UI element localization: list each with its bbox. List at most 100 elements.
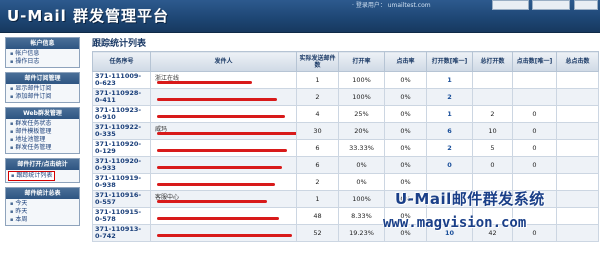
header-button-1[interactable] — [492, 0, 529, 10]
clicks-total — [556, 122, 599, 140]
opens-unique-link[interactable]: 2 — [426, 88, 473, 106]
open-rate: 33.33% — [338, 139, 385, 157]
sidebar-item-show-subscription[interactable]: 显示邮件订阅 — [10, 85, 79, 93]
app-header: U-Mail 群发管理平台 · 登录用户： umailtest.com — [0, 0, 600, 33]
clicks-unique — [512, 88, 557, 106]
sent-count: 2 — [296, 173, 339, 191]
task-id-link[interactable]: 371-110920-0-129 — [92, 139, 151, 157]
sender-cell: 客服中心 — [150, 190, 297, 208]
clicks-total — [556, 207, 599, 225]
sidebar-group-title: 帐户信息 — [6, 38, 79, 49]
sent-count: 1 — [296, 190, 339, 208]
sender-cell — [150, 88, 297, 106]
sent-count: 30 — [296, 122, 339, 140]
redaction-mark — [157, 115, 285, 118]
open-rate: 0% — [338, 156, 385, 174]
column-header: 点击数[唯一] — [512, 51, 557, 72]
app-title: U-Mail 群发管理平台 — [7, 7, 169, 25]
click-rate: 0% — [384, 71, 427, 89]
opens-unique-link[interactable]: 1 — [426, 105, 473, 123]
clicks-total — [556, 139, 599, 157]
main-content: 跟踪统计列表 任务序号 发件人 实际发送邮件数 打开率 点击率 打开数[唯一] … — [92, 37, 599, 242]
sender-cell: 威玛 — [150, 122, 297, 140]
clicks-total — [556, 88, 599, 106]
login-info: · 登录用户： umailtest.com — [352, 2, 431, 9]
table-row: 371-110922-0-335 威玛 30 20% 0% 6 10 0 — [92, 122, 599, 140]
task-id-link[interactable]: 371-110928-0-411 — [92, 88, 151, 106]
opens-total: 5 — [472, 139, 513, 157]
clicks-total — [556, 105, 599, 123]
tracking-table: 任务序号 发件人 实际发送邮件数 打开率 点击率 打开数[唯一] 总打开数 点击… — [92, 51, 599, 242]
opens-unique-link[interactable]: 2 — [426, 139, 473, 157]
header-button-3[interactable] — [574, 0, 598, 10]
column-header: 总打开数 — [472, 51, 513, 72]
task-id-link[interactable]: 371-110922-0-335 — [92, 122, 151, 140]
page-title: 跟踪统计列表 — [92, 39, 147, 49]
click-rate: 0% — [384, 88, 427, 106]
sent-count: 6 — [296, 156, 339, 174]
sidebar-item-tracking-list[interactable]: 跟踪统计列表 — [8, 171, 56, 181]
sidebar-group-tracking: 邮件打开/点击统计 跟踪统计列表 — [5, 158, 80, 183]
sidebar-group-subscription: 邮件订阅管理 显示邮件订阅 添加邮件订阅 — [5, 72, 80, 103]
opens-total: 2 — [472, 105, 513, 123]
click-rate: 0% — [384, 122, 427, 140]
open-rate: 0% — [338, 173, 385, 191]
sent-count: 1 — [296, 71, 339, 89]
table-row: 371-110920-0-129 6 33.33% 0% 2 5 0 — [92, 139, 599, 157]
clicks-unique: 0 — [512, 122, 557, 140]
opens-unique-link[interactable]: 6 — [426, 122, 473, 140]
sidebar-item-account-info[interactable]: 帐户信息 — [10, 50, 79, 58]
opens-unique-link[interactable]: 1 — [426, 71, 473, 89]
sidebar-item-template-manage[interactable]: 邮件模板管理 — [10, 128, 79, 136]
sidebar-group-title: Web群发管理 — [6, 108, 79, 119]
task-id-link[interactable]: 371-110915-0-578 — [92, 207, 151, 225]
watermark-url: www.magvision.com — [383, 215, 527, 231]
open-rate: 100% — [338, 88, 385, 106]
open-rate: 19.23% — [338, 224, 385, 242]
table-row: 371-110920-0-933 6 0% 0% 0 0 0 — [92, 156, 599, 174]
task-id-link[interactable]: 371-111009-0-623 — [92, 71, 151, 89]
clicks-unique: 0 — [512, 139, 557, 157]
sidebar-group-title: 邮件打开/点击统计 — [6, 159, 79, 170]
sidebar-item-task-manage[interactable]: 群发任务管理 — [10, 144, 79, 152]
sender-cell — [150, 224, 297, 242]
sidebar-item-this-week[interactable]: 本周 — [10, 216, 79, 224]
opens-total: 10 — [472, 122, 513, 140]
open-rate: 100% — [338, 71, 385, 89]
sidebar-group-stats: 邮件统计总表 今天 昨天 本周 — [5, 187, 80, 226]
table-row: 371-111009-0-623 浙江在线 1 100% 0% 1 — [92, 71, 599, 89]
task-id-link[interactable]: 371-110923-0-910 — [92, 105, 151, 123]
clicks-total — [556, 224, 599, 242]
sidebar-item-operation-log[interactable]: 操作日志 — [10, 58, 79, 66]
sidebar-item-add-subscription[interactable]: 添加邮件订阅 — [10, 93, 79, 101]
column-header: 打开数[唯一] — [426, 51, 473, 72]
clicks-total — [556, 173, 599, 191]
clicks-total — [556, 156, 599, 174]
opens-unique-link[interactable]: 0 — [426, 156, 473, 174]
redaction-mark — [157, 149, 287, 152]
opens-total — [472, 71, 513, 89]
table-header-row: 任务序号 发件人 实际发送邮件数 打开率 点击率 打开数[唯一] 总打开数 点击… — [92, 51, 599, 72]
column-header: 点击率 — [384, 51, 427, 72]
task-id-link[interactable]: 371-110916-0-557 — [92, 190, 151, 208]
sidebar-group-title: 邮件统计总表 — [6, 188, 79, 199]
clicks-unique: 0 — [512, 156, 557, 174]
task-id-link[interactable]: 371-110920-0-933 — [92, 156, 151, 174]
header-button-2[interactable] — [532, 0, 570, 10]
task-id-link[interactable]: 371-110919-0-938 — [92, 173, 151, 191]
sidebar-item-address-pool[interactable]: 地址池管理 — [10, 136, 79, 144]
open-rate: 20% — [338, 122, 385, 140]
clicks-total — [556, 71, 599, 89]
opens-total: 0 — [472, 156, 513, 174]
task-id-link[interactable]: 371-110913-0-742 — [92, 224, 151, 242]
redaction-mark — [157, 132, 296, 135]
sidebar-item-task-status[interactable]: 群发任务状态 — [10, 120, 79, 128]
sidebar: 帐户信息 帐户信息 操作日志 邮件订阅管理 显示邮件订阅 添加邮件订阅 Web群… — [5, 37, 80, 256]
sent-count: 6 — [296, 139, 339, 157]
sidebar-item-today[interactable]: 今天 — [10, 200, 79, 208]
clicks-unique: 0 — [512, 105, 557, 123]
sidebar-group-title: 邮件订阅管理 — [6, 73, 79, 84]
redaction-mark — [157, 81, 252, 84]
watermark-brand: U-Mail邮件群发系统 — [395, 190, 545, 208]
sidebar-item-yesterday[interactable]: 昨天 — [10, 208, 79, 216]
